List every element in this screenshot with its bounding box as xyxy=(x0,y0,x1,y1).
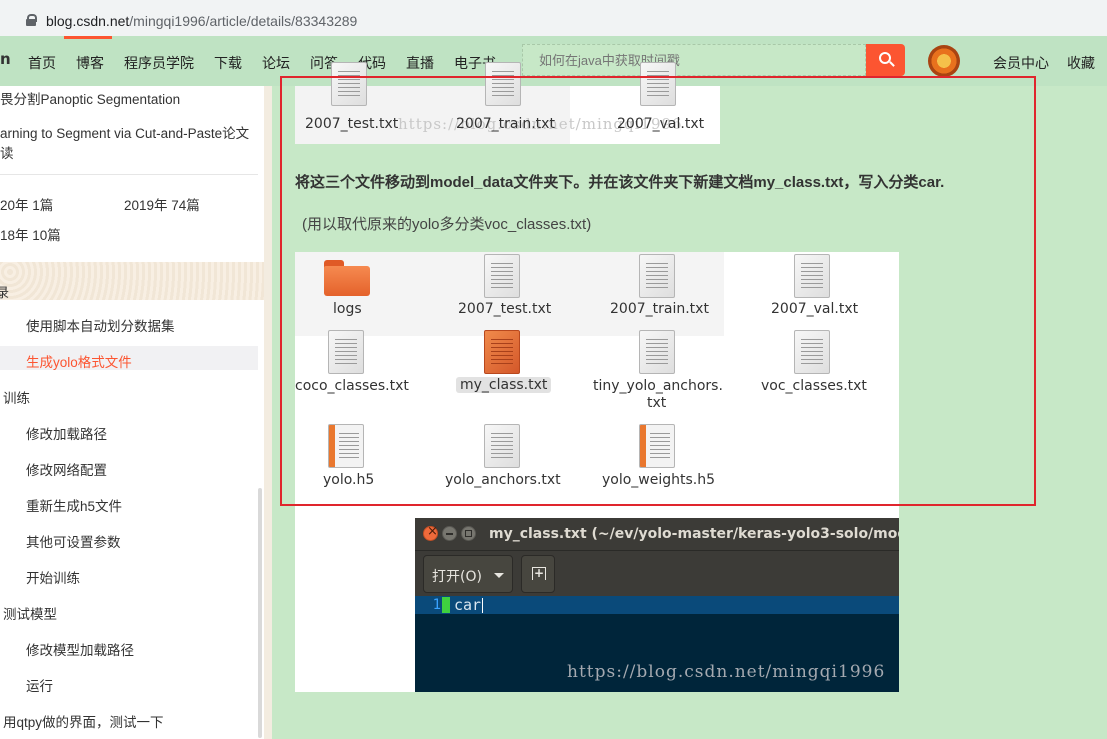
toc-item[interactable]: 使用脚本自动划分数据集 xyxy=(26,315,175,335)
nav-blog[interactable]: 博客 xyxy=(76,53,104,73)
avatar[interactable] xyxy=(928,45,960,77)
article-content: https://blog.csdn.net/mingqi1996 2007_te… xyxy=(272,62,1107,739)
nav-forum[interactable]: 论坛 xyxy=(262,53,290,73)
search-box xyxy=(522,44,866,76)
search-input[interactable] xyxy=(523,45,865,75)
current-line-highlight xyxy=(415,596,899,614)
related-article-cont[interactable]: 读 xyxy=(0,142,14,162)
maximize-icon[interactable] xyxy=(461,526,476,541)
new-document-button[interactable] xyxy=(521,555,555,593)
nav-home[interactable]: 首页 xyxy=(28,53,56,73)
favorites-link[interactable]: 收藏 xyxy=(1067,53,1095,73)
archive-item[interactable]: 2019年 74篇 xyxy=(124,194,200,214)
editor-titlebar: my_class.txt (~/ev/yolo-master/keras-yol… xyxy=(415,518,899,550)
sidebar: 畏分割Panoptic Segmentation arning to Segme… xyxy=(0,86,264,739)
toc-item[interactable]: 重新生成h5文件 xyxy=(26,495,122,515)
editor-text[interactable]: car xyxy=(454,596,484,614)
nav-live[interactable]: 直播 xyxy=(406,53,434,73)
change-marker xyxy=(442,597,450,613)
divider xyxy=(0,174,258,175)
archive-item[interactable]: 18年 10篇 xyxy=(0,224,61,244)
toc-item[interactable]: 测试模型 xyxy=(3,603,57,623)
chevron-down-icon xyxy=(494,573,504,578)
editor-title: my_class.txt (~/ev/yolo-master/keras-yol… xyxy=(489,526,899,542)
editor-window: my_class.txt (~/ev/yolo-master/keras-yol… xyxy=(415,518,899,692)
line-number: 1 xyxy=(432,597,441,613)
toc-item-active[interactable]: 生成yolo格式文件 xyxy=(26,351,132,371)
related-article[interactable]: arning to Segment via Cut-and-Paste论文 xyxy=(0,122,249,142)
highlight-box xyxy=(280,76,1036,506)
search-button[interactable] xyxy=(866,44,905,76)
editor-toolbar: 打开(O) xyxy=(415,550,899,596)
member-center-link[interactable]: 会员中心 xyxy=(993,53,1049,73)
toc-item[interactable]: 用qtpy做的界面，测试一下 xyxy=(3,711,164,731)
toc-title: 录 xyxy=(0,286,10,301)
sidebar-edge xyxy=(264,86,272,739)
watermark: https://blog.csdn.net/mingqi1996 xyxy=(567,662,886,682)
toc-item[interactable]: 修改模型加载路径 xyxy=(26,639,134,659)
toc-header-bg xyxy=(0,262,264,300)
csdn-logo[interactable]: n xyxy=(0,50,11,68)
url-text[interactable]: blog.csdn.net/mingqi1996/article/details… xyxy=(46,13,357,29)
archive-item[interactable]: 20年 1篇 xyxy=(0,194,53,214)
toc-item[interactable]: 开始训练 xyxy=(26,567,80,587)
toc-item[interactable]: 其他可设置参数 xyxy=(26,531,121,551)
close-icon[interactable] xyxy=(423,524,438,541)
active-nav-indicator xyxy=(64,36,112,39)
minimize-icon[interactable] xyxy=(442,526,457,541)
open-button[interactable]: 打开(O) xyxy=(423,555,513,593)
toc-item[interactable]: 训练 xyxy=(3,387,30,407)
toc-item[interactable]: 修改加载路径 xyxy=(26,423,107,443)
toc-item[interactable]: 运行 xyxy=(26,675,53,695)
browser-address-bar[interactable]: blog.csdn.net/mingqi1996/article/details… xyxy=(0,0,1107,36)
related-article[interactable]: 畏分割Panoptic Segmentation xyxy=(0,88,180,108)
lock-icon xyxy=(26,14,37,26)
url-field[interactable]: blog.csdn.net/mingqi1996/article/details… xyxy=(0,4,1107,32)
sidebar-scrollbar[interactable] xyxy=(258,488,262,738)
text-cursor xyxy=(482,598,484,613)
nav-academy[interactable]: 程序员学院 xyxy=(124,53,194,73)
nav-download[interactable]: 下载 xyxy=(214,53,242,73)
toc-item[interactable]: 修改网络配置 xyxy=(26,459,107,479)
